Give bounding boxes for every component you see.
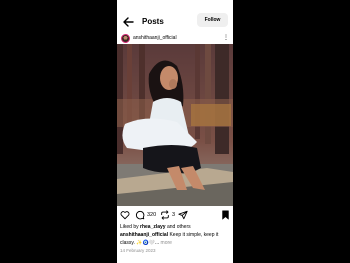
bookmark-icon <box>222 210 229 220</box>
instagram-post-screen: Posts Follow anshithaanji_official ⋮ 320… <box>117 0 233 263</box>
caption-more-link[interactable]: more <box>159 240 172 246</box>
comment-count: 320 <box>147 212 157 218</box>
post-username[interactable]: anshithaanji_official <box>133 35 177 41</box>
more-options-button[interactable]: ⋮ <box>221 33 231 44</box>
comment-button[interactable]: 320 <box>135 209 156 221</box>
repost-button[interactable]: 3 <box>160 209 175 221</box>
comment-icon <box>135 210 145 220</box>
share-button[interactable] <box>178 209 188 221</box>
back-arrow-icon <box>122 17 134 27</box>
post-photo[interactable] <box>117 44 233 206</box>
caption-username[interactable]: anshithaanji_official <box>120 232 168 238</box>
heart-icon <box>120 211 130 220</box>
post-header: anshithaanji_official ⋮ <box>117 33 233 44</box>
liked-by-suffix[interactable]: and others <box>166 224 191 230</box>
repost-count: 3 <box>172 212 176 218</box>
liked-by-prefix: Liked by <box>120 224 141 230</box>
liked-by-user[interactable]: rhea_zlayy <box>140 224 166 230</box>
post-actions: 320 3 <box>117 209 233 221</box>
like-button[interactable] <box>120 209 130 221</box>
repost-icon <box>161 210 169 220</box>
follow-button[interactable]: Follow <box>197 13 228 27</box>
page-title: Posts <box>142 17 164 26</box>
avatar[interactable] <box>121 34 130 43</box>
liked-by-text: Liked by rhea_zlayy and others <box>120 224 232 230</box>
post-date: 14 February 2023 <box>120 248 156 253</box>
save-button[interactable] <box>221 209 230 221</box>
send-icon <box>178 210 188 220</box>
post-photo-image <box>117 44 233 206</box>
back-button[interactable] <box>120 14 136 30</box>
post-caption: anshithaanji_official Keep it simple, ke… <box>120 232 230 247</box>
